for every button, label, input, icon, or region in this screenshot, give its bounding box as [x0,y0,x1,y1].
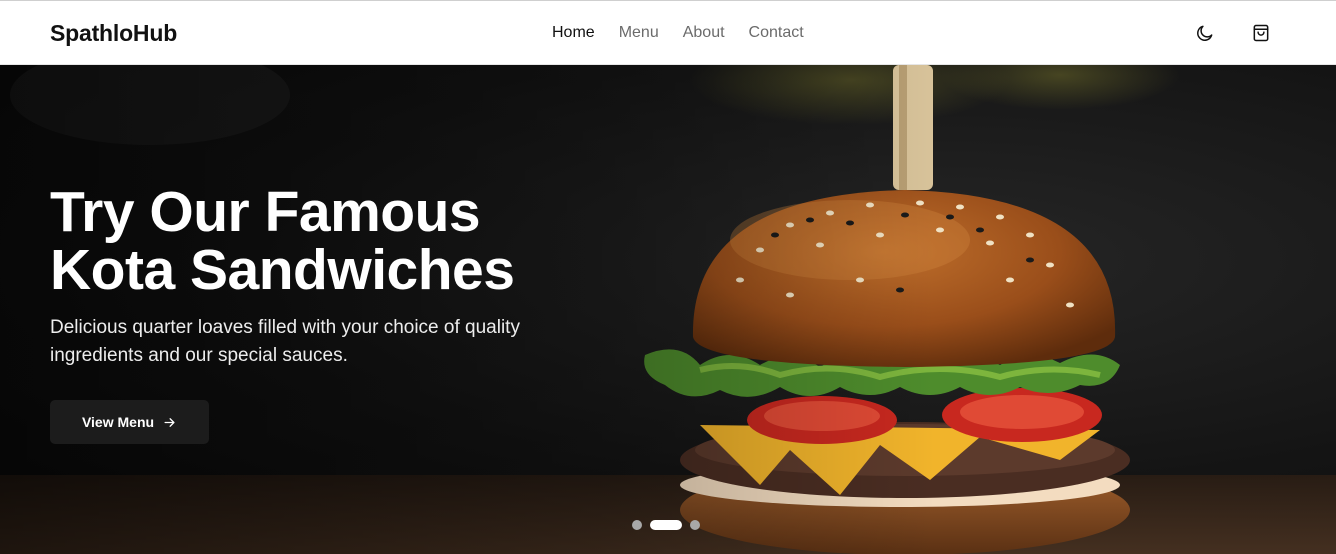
nav-link-about[interactable]: About [683,24,725,42]
shopping-bag-icon [1253,24,1269,42]
hero-carousel: Try Our Famous Kota Sandwiches Delicious… [0,65,1336,554]
carousel-dot[interactable] [632,520,642,530]
hero-title-line: Kota Sandwiches [50,238,515,302]
hero-subtitle-line: Delicious quarter loaves filled with you… [50,317,520,338]
nav-actions [1195,23,1271,43]
carousel-indicators [632,520,700,530]
hero-subtitle-line: ingredients and our special sauces. [50,345,348,366]
view-menu-button[interactable]: View Menu [50,400,209,444]
nav-link-home[interactable]: Home [552,24,595,42]
hero-title-line: Try Our Famous [50,180,481,244]
view-menu-label: View Menu [81,414,155,430]
navbar: SpathloHub Home Menu About Contact [0,0,1336,65]
carousel-dot-active[interactable] [650,520,682,530]
cart-button[interactable] [1251,23,1271,43]
hero-overlay [0,65,1336,554]
brand-logo[interactable]: SpathloHub [50,20,177,47]
nav-link-contact[interactable]: Contact [749,24,804,42]
arrow-right-icon [164,417,175,427]
main-nav: Home Menu About Contact [552,24,804,42]
nav-link-menu[interactable]: Menu [619,24,659,42]
moon-icon [1197,25,1213,41]
carousel-dot[interactable] [690,520,700,530]
hero-subtitle: Delicious quarter loaves filled with you… [50,314,570,370]
theme-toggle-button[interactable] [1195,23,1215,43]
hero-title: Try Our Famous Kota Sandwiches [50,183,650,299]
